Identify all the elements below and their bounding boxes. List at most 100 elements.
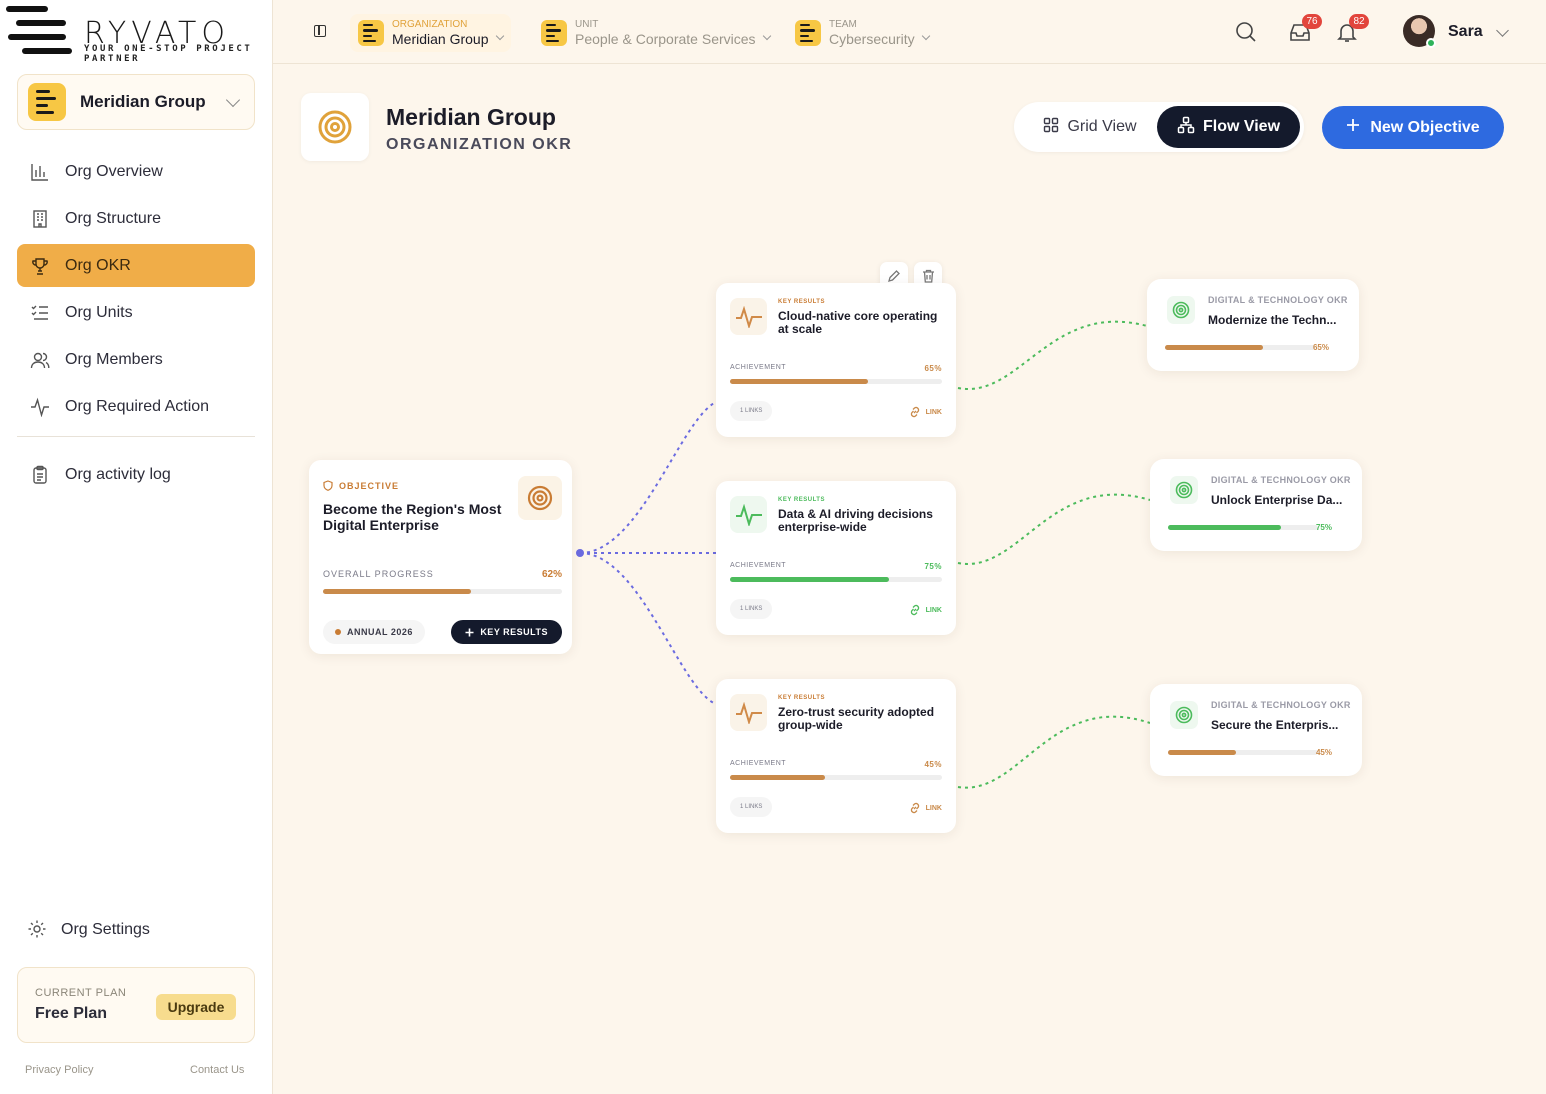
user-name[interactable]: Sara [1448,23,1483,41]
objective-card[interactable]: OBJECTIVE Become the Region's Most Digit… [309,460,572,654]
period-label: ANNUAL 2026 [347,627,413,637]
achievement-value: 65% [924,364,942,373]
okr-progress-bar [1168,750,1318,755]
linked-okr-card[interactable]: DIGITAL & TECHNOLOGY OKR Unlock Enterpri… [1150,459,1362,551]
target-icon [301,93,369,161]
key-result-card[interactable]: KEY RESULTS Cloud-native core operating … [716,283,956,437]
okr-percent: 45% [1315,748,1332,757]
sidebar-item-org-required-action[interactable]: Org Required Action [17,385,255,428]
flow-view-button[interactable]: Flow View [1157,106,1300,148]
inbox-icon[interactable]: 76 [1288,14,1322,44]
bell-icon[interactable]: 82 [1335,14,1369,44]
shield-icon [323,480,333,491]
new-objective-button[interactable]: New Objective [1322,106,1504,149]
link-button[interactable]: LINK [908,801,942,815]
upgrade-button[interactable]: Upgrade [156,994,236,1020]
breadcrumb-value: Meridian Group [392,31,489,47]
breadcrumb-unit[interactable]: UNIT People & Corporate Services [533,14,778,52]
search-icon[interactable] [1234,20,1258,44]
sidebar-item-label: Org Required Action [65,397,210,415]
link-button[interactable]: LINK [908,405,942,419]
connector-objective-kr3 [579,552,717,705]
new-objective-label: New Objective [1370,118,1480,136]
link-button[interactable]: LINK [908,603,942,617]
sidebar-item-org-structure[interactable]: Org Structure [17,197,255,240]
key-result-card[interactable]: KEY RESULTS Zero-trust security adopted … [716,679,956,833]
connector-kr3-okr3 [957,715,1151,789]
sidebar-item-org-activity-log[interactable]: Org activity log [17,453,255,496]
kr-title: Data & AI driving decisions enterprise-w… [778,507,933,534]
linked-okr-card[interactable]: DIGITAL & TECHNOLOGY OKR Modernize the T… [1147,279,1359,371]
list-check-icon [29,302,51,324]
links-count-badge: 1 LINKS [730,599,773,619]
activity-icon [730,496,767,533]
plus-icon [1346,118,1360,137]
connector-kr2-okr2 [957,493,1151,565]
activity-icon [730,298,767,335]
achievement-label: ACHIEVEMENT [730,760,787,767]
sidebar-item-label: Org Settings [61,921,150,938]
okr-progress-bar [1165,345,1315,350]
objective-progress-bar [323,589,562,594]
breadcrumb-key: UNIT [575,19,599,30]
period-badge: ANNUAL 2026 [323,620,425,644]
privacy-policy-link[interactable]: Privacy Policy [25,1064,93,1076]
building-icon [29,208,51,230]
sidebar-item-label: Org OKR [65,256,131,274]
kr-kicker: KEY RESULTS [778,497,825,503]
key-result-card[interactable]: KEY RESULTS Data & AI driving decisions … [716,481,956,635]
chevron-down-icon [495,31,504,41]
grid-view-button[interactable]: Grid View [1024,106,1156,148]
top-bar: ORGANIZATION Meridian Group UNIT People … [273,0,1546,64]
kr-achievement-row: ACHIEVEMENT 45% [730,760,942,769]
org-switcher-name: Meridian Group [80,92,206,111]
target-icon [518,476,562,520]
linked-okr-card[interactable]: DIGITAL & TECHNOLOGY OKR Secure the Ente… [1150,684,1362,776]
sidebar-item-org-overview[interactable]: Org Overview [17,150,255,193]
breadcrumb-value: Cybersecurity [829,31,915,47]
kr-progress-bar [730,577,942,582]
kr-title: Zero-trust security adopted group-wide [778,705,935,732]
connector-objective-kr1 [579,401,717,554]
add-key-results-button[interactable]: KEY RESULTS [451,620,562,644]
grid-view-label: Grid View [1067,118,1137,135]
progress-value: 62% [541,569,562,580]
breadcrumb-team[interactable]: TEAM Cybersecurity [787,14,937,52]
okr-kicker: DIGITAL & TECHNOLOGY OKR [1208,295,1348,305]
kr-title: Cloud-native core operating at scale [778,309,938,336]
ryvato-logo[interactable]: RYVATO YOUR ONE-STOP PROJECT PARTNER [6,6,268,66]
sidebar-toggle-icon[interactable] [314,25,326,37]
sidebar-item-org-settings[interactable]: Org Settings [17,910,255,950]
objective-title: Become the Region's Most Digital Enterpr… [323,501,502,533]
sidebar-item-label: Org Overview [65,162,163,180]
okr-kicker: DIGITAL & TECHNOLOGY OKR [1211,475,1351,485]
current-plan-card: CURRENT PLAN Free Plan Upgrade [17,967,255,1043]
page-subtitle: ORGANIZATION OKR [386,136,573,153]
chevron-down-icon [921,31,930,41]
sidebar-item-org-members[interactable]: Org Members [17,338,255,381]
achievement-value: 75% [924,562,942,571]
sidebar-nav: Org Overview Org Structure Org OKR Org U… [17,150,255,500]
link-icon [910,604,919,616]
sidebar-item-label: Org Members [65,350,163,368]
bar-chart-icon [29,161,51,183]
sidebar-item-org-okr[interactable]: Org OKR [17,244,255,287]
unit-logo-icon [541,20,567,46]
okr-percent: 75% [1315,523,1332,532]
sidebar-item-org-units[interactable]: Org Units [17,291,255,334]
objective-kicker-label: OBJECTIVE [339,480,400,491]
okr-kicker: DIGITAL & TECHNOLOGY OKR [1211,700,1351,710]
notification-badge: 82 [1349,14,1369,29]
links-count-badge: 1 LINKS [730,401,773,421]
okr-title: Unlock Enterprise Da... [1211,493,1343,507]
achievement-value: 45% [924,760,942,769]
avatar[interactable] [1403,15,1436,48]
org-switcher[interactable]: Meridian Group [17,74,255,130]
connector-kr1-okr1 [957,320,1148,390]
breadcrumb-organization[interactable]: ORGANIZATION Meridian Group [350,14,511,52]
chevron-down-icon[interactable] [1496,24,1509,37]
contact-us-link[interactable]: Contact Us [190,1064,244,1076]
sidebar: RYVATO YOUR ONE-STOP PROJECT PARTNER Mer… [0,0,273,1094]
sidebar-item-label: Org Units [65,303,133,321]
logo-mark-icon [6,6,76,66]
